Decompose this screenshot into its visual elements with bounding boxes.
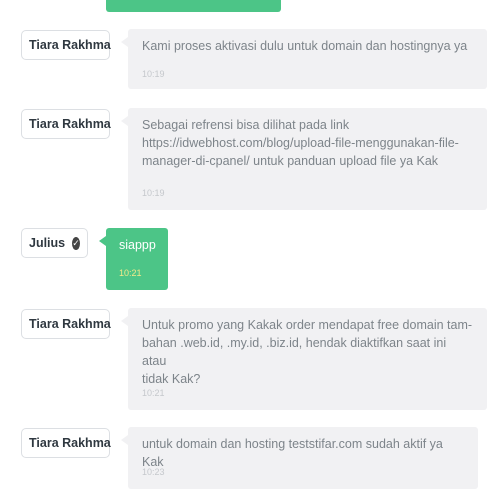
message-line: bahan .web.id, .my.id, .biz.id, hendak d… bbox=[142, 336, 447, 368]
check-circle-icon: ✓ bbox=[72, 236, 80, 250]
sender-name: Tiara Rakhma bbox=[29, 38, 111, 52]
previous-message-bubble bbox=[106, 0, 281, 12]
sender-name: Tiara Rakhma bbox=[29, 317, 111, 331]
message-bubble: Kami proses aktivasi dulu untuk domain d… bbox=[121, 29, 487, 89]
message-text: Untuk promo yang Kakak order mendapat fr… bbox=[142, 316, 473, 388]
message-bubble-own: siappp 10:21 bbox=[99, 228, 168, 290]
message-bubble: Sebagai refrensi bisa dilihat pada link … bbox=[121, 108, 487, 210]
message-time: 10:21 bbox=[119, 268, 142, 278]
sender-name-tag: Tiara Rakhma bbox=[21, 309, 111, 339]
message-time: 10:23 bbox=[142, 467, 165, 477]
message-line: manager-di-cpanel/ untuk panduan upload … bbox=[142, 154, 439, 168]
message-bubble: Untuk promo yang Kakak order mendapat fr… bbox=[121, 308, 487, 410]
sender-name-tag: Tiara Rakhma bbox=[21, 109, 111, 139]
message-text: untuk domain dan hosting teststifar.com … bbox=[142, 437, 443, 469]
message-line: Untuk promo yang Kakak order mendapat fr… bbox=[142, 318, 473, 332]
message-bubble: untuk domain dan hosting teststifar.com … bbox=[121, 427, 478, 489]
message-time: 10:19 bbox=[142, 188, 165, 198]
message-line: tidak Kak? bbox=[142, 372, 201, 386]
message-link-line[interactable]: https://idwebhost.com/blog/upload-file-m… bbox=[142, 134, 473, 152]
message-text: Kami proses aktivasi dulu untuk domain d… bbox=[142, 39, 468, 53]
sender-name: Tiara Rakhma bbox=[29, 436, 111, 450]
sender-name-tag: Tiara Rakhma bbox=[21, 428, 111, 458]
message-time: 10:19 bbox=[142, 69, 165, 79]
message-text: Sebagai refrensi bisa dilihat pada link … bbox=[142, 116, 473, 170]
sender-name-tag: Julius ✓ bbox=[21, 228, 88, 258]
message-line: Sebagai refrensi bisa dilihat pada link bbox=[142, 118, 350, 132]
sender-name-tag: Tiara Rakhma bbox=[21, 30, 111, 60]
sender-name: Tiara Rakhma bbox=[29, 117, 111, 131]
sender-name: Julius bbox=[29, 236, 66, 250]
message-text: siappp bbox=[119, 238, 156, 252]
message-time: 10:21 bbox=[142, 388, 165, 398]
